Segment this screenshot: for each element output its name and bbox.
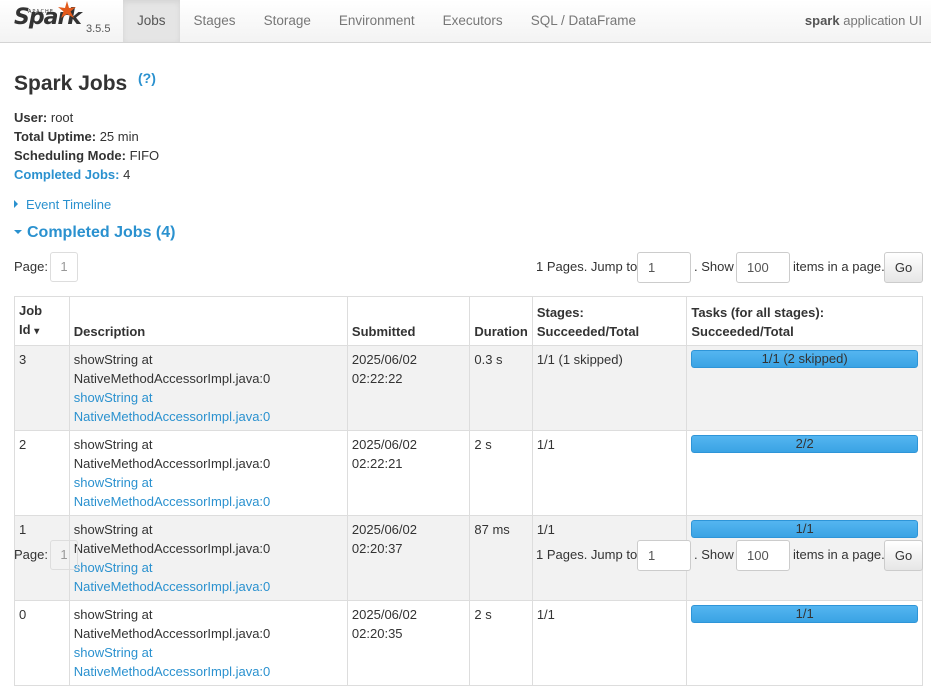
expand-arrow-icon xyxy=(14,200,18,208)
tab-environment[interactable]: Environment xyxy=(325,0,429,42)
completed-jobs-table: Job Id ▾ Description Submitted Duration S… xyxy=(14,296,923,686)
app-suffix: application UI xyxy=(839,13,922,28)
tab-sql-dataframe[interactable]: SQL / DataFrame xyxy=(517,0,650,42)
tab-storage[interactable]: Storage xyxy=(250,0,325,42)
app-name-label: spark application UI xyxy=(805,0,922,41)
header-tasks[interactable]: Tasks (for all stages): Succeeded/Total xyxy=(686,296,923,346)
pagination-top: Page: 1 1 Pages. Jump to . Show items in… xyxy=(14,252,923,283)
top-navbar: APACHE Spark 3.5.5 Jobs Stages Storage E… xyxy=(0,0,931,43)
job-stages: 1/1 xyxy=(531,600,688,686)
job-description-link[interactable]: showString at NativeMethodAccessorImpl.j… xyxy=(74,645,271,679)
table-row: 0 showString at NativeMethodAccessorImpl… xyxy=(14,600,923,686)
spark-star-icon xyxy=(58,1,76,18)
job-submitted: 2025/06/02 02:22:22 xyxy=(346,345,471,431)
go-button[interactable]: Go xyxy=(884,540,923,571)
job-duration: 2 s xyxy=(469,600,533,686)
header-duration[interactable]: Duration xyxy=(469,296,533,346)
pagination-bottom: Page: 1 1 Pages. Jump to . Show items in… xyxy=(14,540,923,571)
job-description: showString at NativeMethodAccessorImpl.j… xyxy=(68,430,348,516)
page-number-button[interactable]: 1 xyxy=(50,540,78,570)
page-title: Spark Jobs xyxy=(14,72,128,95)
jump-label: 1 Pages. Jump to xyxy=(536,259,638,274)
job-id: 3 xyxy=(14,345,70,431)
show-label: . Show xyxy=(694,259,734,274)
job-description-link[interactable]: showString at NativeMethodAccessorImpl.j… xyxy=(74,390,271,424)
jump-to-page-input[interactable] xyxy=(637,252,691,283)
event-timeline-toggle[interactable]: Event Timeline xyxy=(14,197,111,212)
task-progress-bar: 1/1 xyxy=(691,520,918,538)
jump-label: 1 Pages. Jump to xyxy=(536,547,638,562)
task-progress-bar: 1/1 (2 skipped) xyxy=(691,350,918,368)
job-stages: 1/1 xyxy=(531,430,688,516)
job-duration: 0.3 s xyxy=(469,345,533,431)
table-row: 3 showString at NativeMethodAccessorImpl… xyxy=(14,345,923,431)
tab-executors[interactable]: Executors xyxy=(429,0,517,42)
sort-desc-icon: ▾ xyxy=(34,326,40,337)
page-label: Page: xyxy=(14,547,48,562)
app-name: spark xyxy=(804,13,840,28)
job-duration: 2 s xyxy=(469,430,533,516)
job-description-link[interactable]: showString at NativeMethodAccessorImpl.j… xyxy=(74,475,271,509)
completed-jobs-link[interactable]: Completed Jobs: xyxy=(14,167,119,182)
page-size-input[interactable] xyxy=(736,252,790,283)
header-description[interactable]: Description xyxy=(68,296,348,346)
job-submitted: 2025/06/02 02:22:21 xyxy=(346,430,471,516)
summary-user: User: root xyxy=(14,110,74,125)
task-progress-bar: 2/2 xyxy=(691,435,918,453)
job-id: 2 xyxy=(14,430,70,516)
job-summary: User: root Total Uptime: 25 min Scheduli… xyxy=(14,108,159,184)
jump-to-page-input[interactable] xyxy=(637,540,691,571)
task-progress-bar: 1/1 xyxy=(691,605,918,623)
collapse-arrow-icon xyxy=(14,230,22,234)
job-description: showString at NativeMethodAccessorImpl.j… xyxy=(68,345,348,431)
summary-completed-jobs: Completed Jobs: 4 xyxy=(14,167,131,182)
header-job-id[interactable]: Job Id ▾ xyxy=(14,296,70,346)
header-stages[interactable]: Stages: Succeeded/Total xyxy=(531,296,688,346)
job-rows: 3 showString at NativeMethodAccessorImpl… xyxy=(14,345,923,686)
job-tasks: 1/1 (2 skipped) xyxy=(686,345,923,431)
page-size-input[interactable] xyxy=(736,540,790,571)
go-button[interactable]: Go xyxy=(884,252,923,283)
header-submitted[interactable]: Submitted xyxy=(346,296,471,346)
summary-uptime: Total Uptime: 25 min xyxy=(14,129,139,144)
job-submitted: 2025/06/02 02:20:35 xyxy=(346,600,471,686)
page-number-button[interactable]: 1 xyxy=(50,252,78,282)
job-id: 0 xyxy=(14,600,70,686)
job-stages: 1/1 (1 skipped) xyxy=(531,345,688,431)
tab-stages[interactable]: Stages xyxy=(180,0,250,42)
nav-tabs: Jobs Stages Storage Environment Executor… xyxy=(123,0,650,42)
show-label: . Show xyxy=(694,547,734,562)
job-tasks: 2/2 xyxy=(686,430,923,516)
tab-jobs[interactable]: Jobs xyxy=(123,0,180,42)
page-label: Page: xyxy=(14,259,48,274)
summary-scheduling-mode: Scheduling Mode: FIFO xyxy=(14,148,160,163)
table-row: 2 showString at NativeMethodAccessorImpl… xyxy=(14,430,923,516)
items-label: items in a page. xyxy=(793,259,885,274)
help-link[interactable]: (?) xyxy=(138,70,156,86)
spark-version: 3.5.5 xyxy=(86,23,111,35)
completed-jobs-toggle[interactable]: Completed Jobs (4) xyxy=(14,224,175,242)
spark-logo-link[interactable]: APACHE Spark 3.5.5 xyxy=(12,0,122,42)
items-label: items in a page. xyxy=(793,547,885,562)
job-tasks: 1/1 xyxy=(686,600,923,686)
job-description: showString at NativeMethodAccessorImpl.j… xyxy=(68,600,348,686)
